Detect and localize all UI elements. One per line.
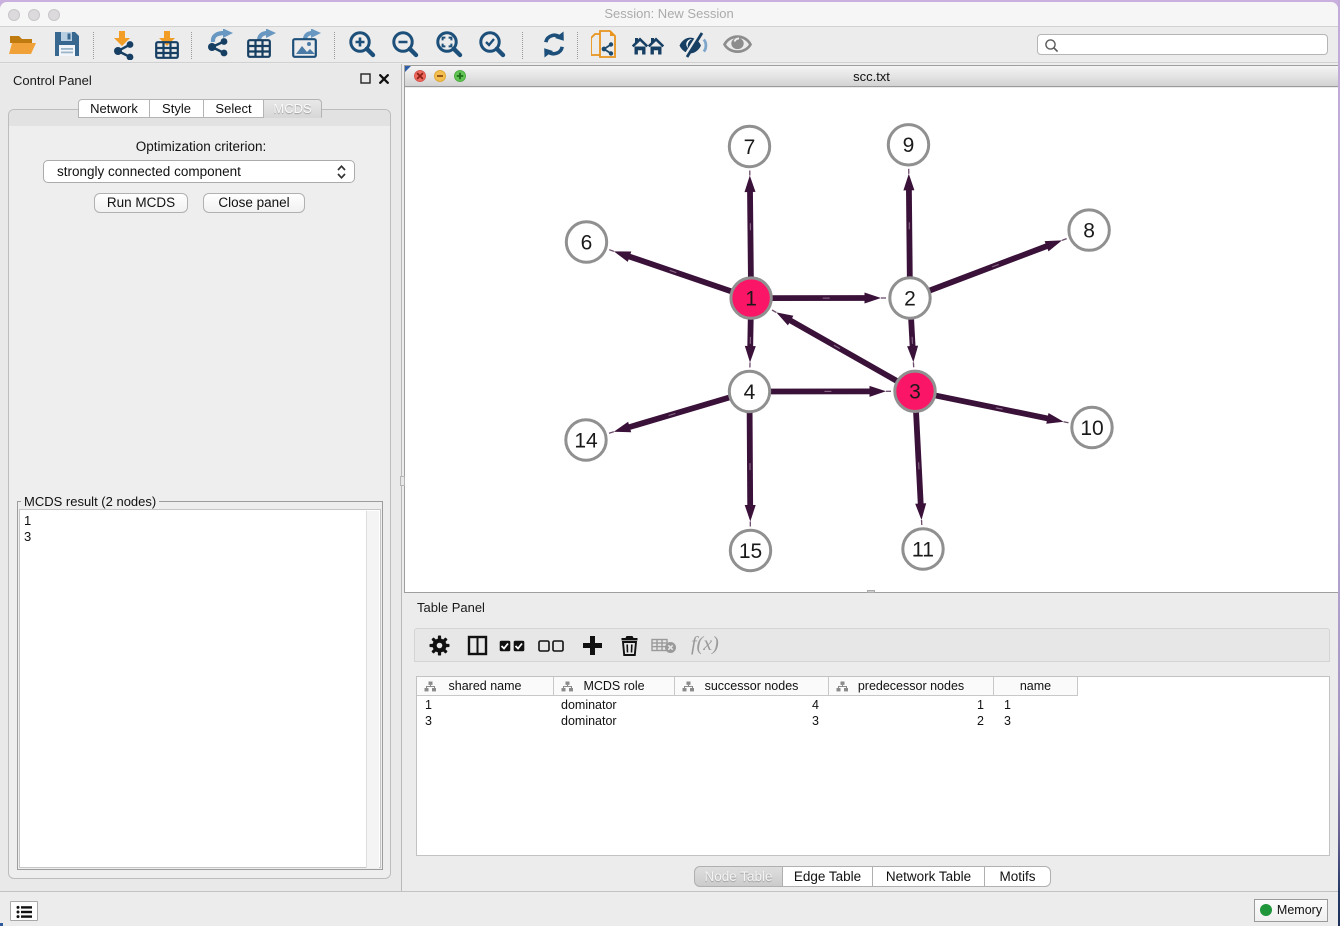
svg-text:7: 7	[744, 135, 756, 158]
svg-text:8: 8	[1083, 219, 1095, 242]
svg-text:11: 11	[912, 538, 934, 561]
svg-text:4: 4	[744, 380, 756, 403]
svg-text:15: 15	[739, 539, 762, 562]
svg-text:2: 2	[904, 287, 916, 310]
svg-text:14: 14	[574, 429, 598, 452]
svg-text:9: 9	[903, 134, 915, 157]
svg-text:1: 1	[745, 287, 757, 310]
svg-text:3: 3	[909, 380, 921, 403]
svg-text:6: 6	[581, 231, 593, 254]
svg-text:10: 10	[1080, 416, 1103, 439]
